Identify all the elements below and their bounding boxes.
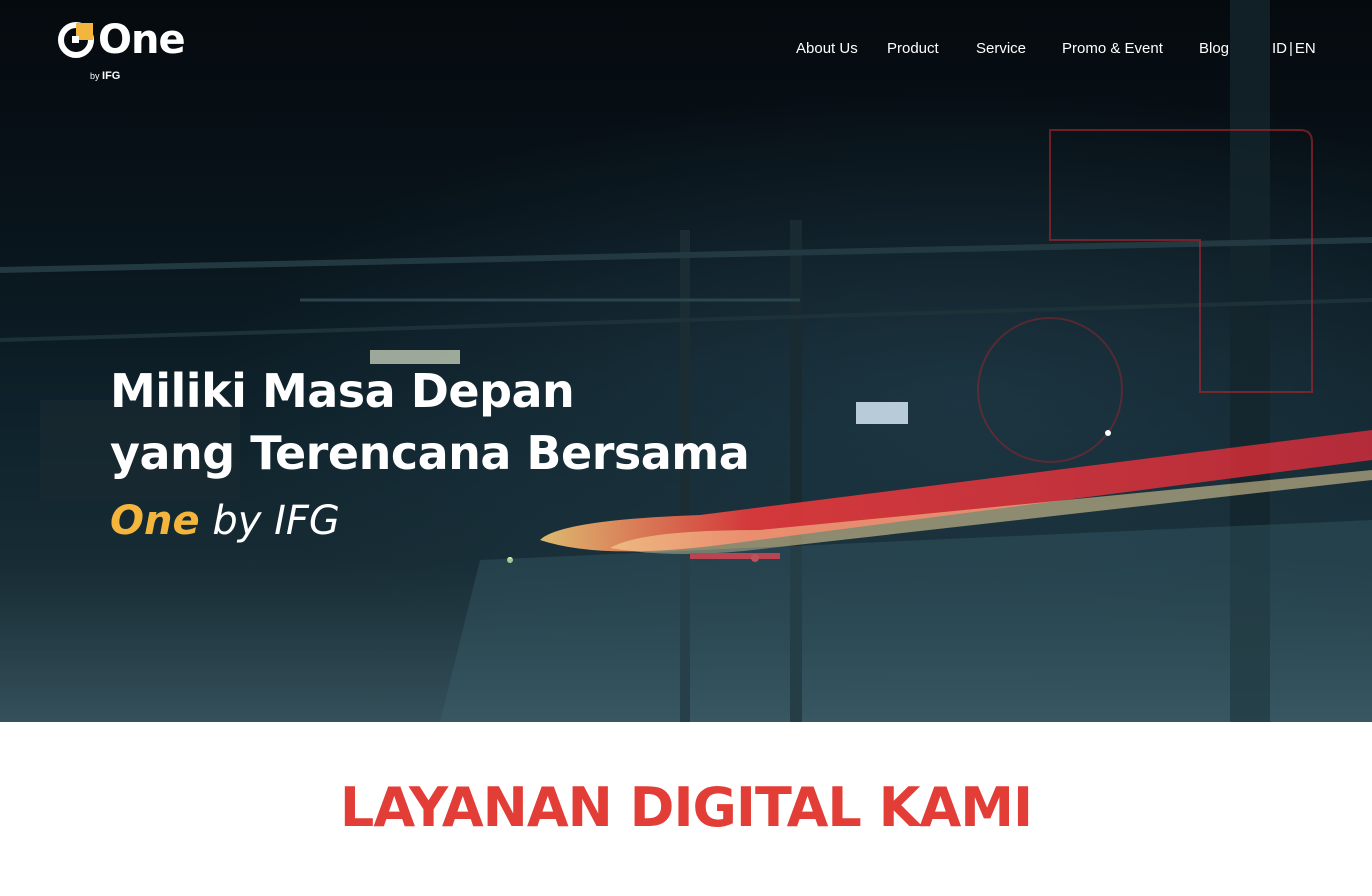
nav-about-us[interactable]: About Us xyxy=(796,40,858,57)
lang-en[interactable]: EN xyxy=(1295,40,1316,57)
language-switcher: ID | EN xyxy=(1272,40,1316,57)
logo-subtext: by IFG xyxy=(90,70,120,82)
logo-sub-by: by xyxy=(90,71,100,81)
lang-separator: | xyxy=(1289,40,1293,57)
nav-service[interactable]: Service xyxy=(976,40,1026,57)
hero-banner: One by IFG About Us Product Service Prom… xyxy=(0,0,1372,722)
lang-id[interactable]: ID xyxy=(1272,40,1287,57)
tagline-rest: by IFG xyxy=(199,498,340,544)
hero-headline-line1: Miliki Masa Depan xyxy=(110,364,575,418)
hero-headline-line2: yang Terencana Bersama xyxy=(110,426,750,480)
nav-promo-event[interactable]: Promo & Event xyxy=(1062,40,1163,57)
tagline-brand: One xyxy=(110,498,200,544)
logo-sub-name: IFG xyxy=(102,70,121,82)
main-nav: About Us Product Service Promo & Event B… xyxy=(0,40,1372,62)
hero-tagline: One by IFG xyxy=(110,498,340,544)
section-title: LAYANAN DIGITAL KAMI xyxy=(339,776,1033,839)
hero-headline: Miliki Masa Depan yang Terencana Bersama xyxy=(110,360,750,484)
nav-blog[interactable]: Blog xyxy=(1199,40,1229,57)
nav-product[interactable]: Product xyxy=(887,40,939,57)
